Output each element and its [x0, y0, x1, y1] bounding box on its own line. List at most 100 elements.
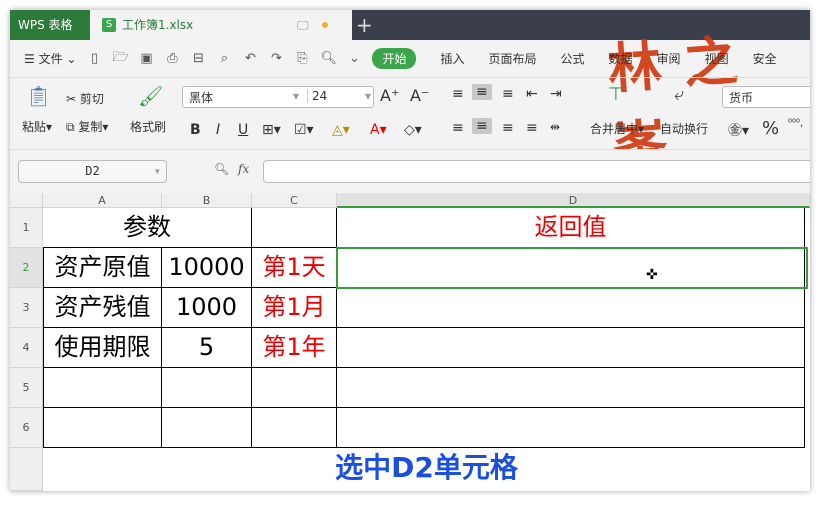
column-header-c[interactable]: C — [252, 193, 337, 208]
justify-icon[interactable]: ≡ — [526, 120, 538, 136]
paste-button[interactable]: 粘贴▾ — [22, 118, 52, 135]
cell-c6[interactable] — [252, 408, 337, 448]
cell-a2[interactable]: 资产原值 — [43, 248, 162, 288]
monitor-icon[interactable]: 🖵 — [297, 10, 309, 40]
thousands-icon[interactable]: ⁰⁰⁰, — [788, 118, 803, 129]
percent-button[interactable]: % — [762, 118, 779, 139]
cell-a5[interactable] — [43, 368, 162, 408]
cell-d6[interactable] — [337, 408, 805, 448]
tab-formula[interactable]: 公式 — [561, 50, 585, 67]
align-top-icon[interactable]: ≡ — [452, 86, 464, 102]
zoom-formula-icon[interactable]: 🔍︎ — [214, 162, 229, 176]
fill-color-icon[interactable]: ◬▾ — [332, 122, 350, 138]
bold-button[interactable]: B — [190, 122, 201, 138]
open-folder-icon[interactable]: 🗁 — [112, 48, 128, 70]
print-icon[interactable]: ⎙ — [164, 51, 180, 66]
undo-icon[interactable]: ↶ — [242, 51, 258, 66]
distribute-icon[interactable]: ⇹ — [550, 120, 560, 134]
align-left-icon[interactable]: ≡ — [452, 120, 464, 136]
fill-style-icon[interactable]: ☑▾ — [294, 122, 314, 138]
new-file-icon[interactable]: ▯ — [86, 51, 102, 66]
outdent-icon[interactable]: ⇤ — [526, 86, 538, 102]
cell-d5[interactable] — [337, 368, 805, 408]
row-header-1[interactable]: 1 — [10, 208, 43, 248]
number-format-select[interactable]: 货币 — [722, 86, 810, 108]
paste-icon[interactable]: 📋︎ — [26, 84, 51, 108]
underline-button[interactable]: U — [238, 122, 248, 138]
file-menu[interactable]: ☰ 文件 ⌄ — [24, 50, 76, 67]
tab-view[interactable]: 视图 — [705, 50, 729, 67]
wps-window: WPS 表格 S 工作簿1.xlsx 🖵 + 林之峯 ☰ 文件 ⌄ ▯ 🗁 ▣ … — [10, 10, 810, 491]
cell-c5[interactable] — [252, 368, 337, 408]
print-preview-icon[interactable]: ⊟ — [190, 51, 206, 66]
cell-c4[interactable]: 第1年 — [252, 328, 337, 368]
cell-d1[interactable]: 返回值 — [337, 208, 805, 248]
cell-c3[interactable]: 第1月 — [252, 288, 337, 328]
cell-b5[interactable] — [162, 368, 252, 408]
merge-label: 合并居中 — [590, 122, 639, 136]
cell-b6[interactable] — [162, 408, 252, 448]
clear-icon[interactable]: ◇▾ — [404, 122, 422, 138]
copy-button[interactable]: ⧉ 复制▾ — [66, 118, 108, 135]
tab-insert[interactable]: 插入 — [440, 50, 464, 67]
wrap-text-button[interactable]: 自动换行 — [660, 120, 708, 137]
select-all-corner[interactable] — [10, 193, 43, 208]
cut-button[interactable]: ✂ 剪切 — [66, 90, 104, 107]
cell-cursor-icon: ✜ — [646, 267, 658, 283]
new-tab-button[interactable]: + — [356, 10, 373, 40]
merge-center-button[interactable]: 合并居中▾ — [590, 120, 644, 137]
formula-input[interactable] — [263, 160, 810, 183]
more-icon[interactable]: ⌄ — [346, 51, 362, 66]
font-select[interactable]: 黑体 ▾ 24 ▾ — [182, 86, 374, 108]
tab-document[interactable]: S 工作簿1.xlsx 🖵 — [90, 10, 352, 40]
redo-icon[interactable]: ↷ — [268, 51, 284, 66]
row-header-4[interactable]: 4 — [10, 328, 43, 368]
cell-a6[interactable] — [43, 408, 162, 448]
row-header-3[interactable]: 3 — [10, 288, 43, 328]
cell-d4[interactable] — [337, 328, 805, 368]
increase-font-icon[interactable]: A⁺ — [380, 86, 399, 105]
column-header-d[interactable]: D — [337, 193, 810, 208]
tab-wps-home[interactable]: WPS 表格 — [10, 10, 90, 40]
column-header-b[interactable]: B — [162, 193, 252, 208]
row-header-5[interactable]: 5 — [10, 368, 43, 408]
cell-c1[interactable] — [252, 208, 337, 248]
search-icon[interactable]: 🔍︎ — [320, 51, 337, 66]
align-middle-icon[interactable]: ≡ — [472, 84, 492, 100]
cell-a1-b1-merged[interactable]: 参数 — [43, 208, 252, 248]
align-center-icon[interactable]: ≡ — [472, 118, 492, 134]
cell-d3[interactable] — [337, 288, 805, 328]
row-header-2[interactable]: 2 — [10, 248, 43, 288]
font-color-icon[interactable]: A▾ — [370, 122, 387, 138]
cell-b3[interactable]: 1000 — [162, 288, 252, 328]
align-right-icon[interactable]: ≡ — [502, 120, 514, 136]
preview-icon[interactable]: ⌕ — [216, 51, 232, 66]
border-icon[interactable]: ⊞▾ — [262, 122, 281, 138]
row-header-7[interactable] — [10, 448, 43, 491]
cell-a4[interactable]: 使用期限 — [43, 328, 162, 368]
column-header-a[interactable]: A — [43, 193, 162, 208]
tab-security[interactable]: 安全 — [753, 50, 777, 67]
cell-a3[interactable]: 资产残值 — [43, 288, 162, 328]
number-format-value: 货币 — [729, 91, 754, 105]
cell-b2[interactable]: 10000 — [162, 248, 252, 288]
fx-icon[interactable]: fx — [238, 162, 249, 176]
cell-c2[interactable]: 第1天 — [252, 248, 337, 288]
indent-icon[interactable]: ⇥ — [550, 86, 562, 102]
currency-icon[interactable]: ㊎▾ — [728, 120, 749, 140]
tab-review[interactable]: 审阅 — [657, 50, 681, 67]
tab-data[interactable]: 数据 — [609, 50, 633, 67]
italic-button[interactable]: I — [216, 122, 220, 138]
align-bottom-icon[interactable]: ≡ — [502, 86, 514, 102]
export-pdf-icon[interactable]: ⎘ — [294, 51, 310, 66]
tab-start[interactable]: 开始 — [372, 48, 417, 69]
font-size[interactable]: 24 — [307, 89, 327, 103]
decrease-font-icon[interactable]: A⁻ — [410, 86, 429, 105]
format-painter-button[interactable]: 格式刷 — [130, 118, 166, 135]
row-header-6[interactable]: 6 — [10, 408, 43, 448]
tab-page-layout[interactable]: 页面布局 — [489, 50, 537, 67]
brush-icon: 🖌︎ — [138, 84, 164, 108]
save-icon[interactable]: ▣ — [138, 51, 154, 66]
name-box[interactable]: D2 ▾ — [18, 160, 167, 183]
cell-b4[interactable]: 5 — [162, 328, 252, 368]
